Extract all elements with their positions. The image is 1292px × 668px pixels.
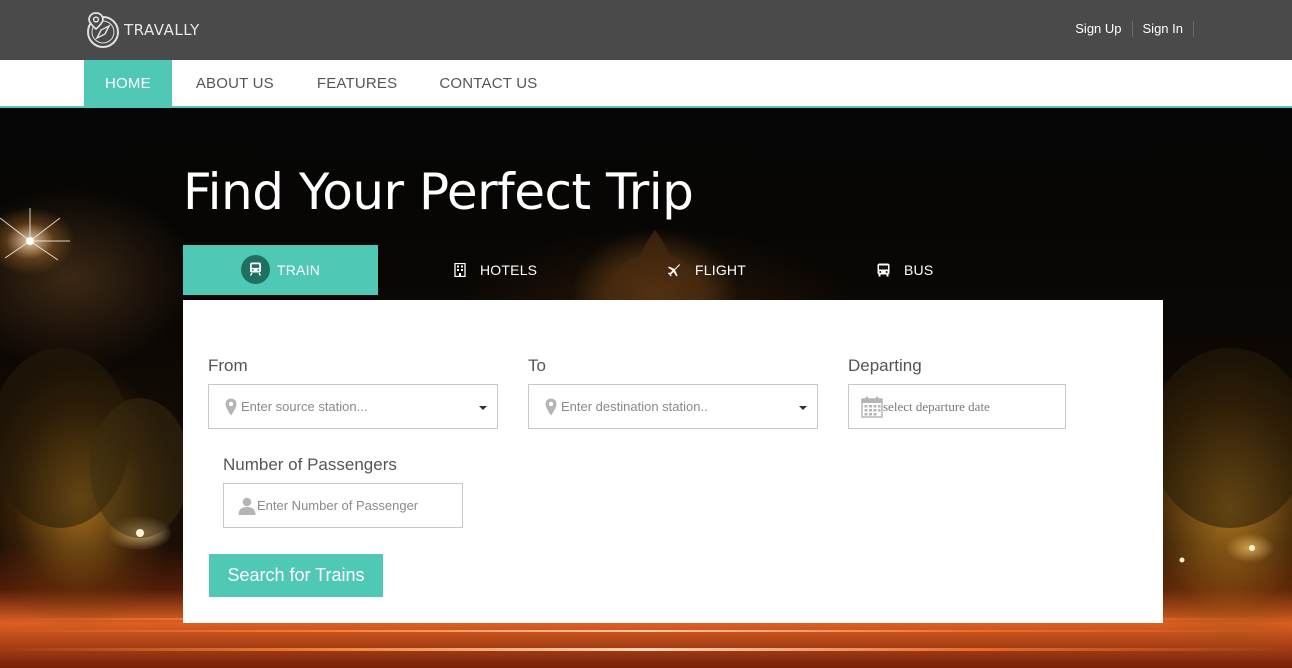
to-label: To	[528, 356, 546, 375]
search-trains-button[interactable]: Search for Trains	[209, 554, 383, 597]
destination-station-input[interactable]	[561, 399, 817, 414]
tab-label: HOTELS	[480, 262, 538, 278]
brand-logo[interactable]: TRAVALLY	[84, 11, 200, 49]
hero-title: Find Your Perfect Trip	[183, 163, 694, 221]
passengers-label: Number of Passengers	[223, 455, 397, 474]
passengers-field[interactable]	[223, 483, 463, 528]
nav-about-us[interactable]: ABOUT US	[172, 60, 296, 106]
nav-features[interactable]: FEATURES	[296, 60, 419, 106]
light-streak	[0, 630, 1292, 632]
sign-up-link[interactable]: Sign Up	[1065, 21, 1133, 37]
user-icon	[238, 497, 256, 515]
tab-flight[interactable]: FLIGHT	[668, 245, 746, 295]
from-label: From	[208, 356, 248, 375]
tab-train[interactable]: TRAIN	[183, 245, 378, 295]
bus-icon	[877, 263, 890, 277]
brand-name: TRAVALLY	[124, 21, 200, 39]
nav-home[interactable]: HOME	[84, 60, 172, 106]
nav-contact-us[interactable]: CONTACT US	[418, 60, 558, 106]
sign-in-link[interactable]: Sign In	[1133, 21, 1194, 37]
tab-hotels[interactable]: HOTELS	[454, 245, 537, 295]
compass-pin-icon	[87, 12, 119, 48]
to-select[interactable]	[528, 384, 818, 429]
train-icon	[241, 254, 270, 284]
building-icon	[454, 263, 466, 277]
departing-label: Departing	[848, 356, 922, 375]
tab-bus[interactable]: BUS	[877, 245, 933, 295]
plane-icon	[668, 263, 681, 277]
tab-label: BUS	[904, 262, 934, 278]
calendar-icon	[861, 396, 883, 418]
main-nav: HOME ABOUT US FEATURES CONTACT US	[84, 60, 558, 106]
chevron-down-icon[interactable]	[799, 406, 807, 410]
passengers-input[interactable]	[257, 498, 462, 513]
departing-date-field[interactable]	[848, 384, 1066, 429]
source-station-input[interactable]	[241, 399, 497, 414]
tab-label: TRAIN	[277, 262, 320, 278]
auth-links: Sign Up Sign In	[1065, 21, 1194, 37]
location-pin-icon	[545, 398, 557, 416]
top-bar: TRAVALLY Sign Up Sign In	[0, 0, 1292, 60]
chevron-down-icon[interactable]	[479, 406, 487, 410]
main-navbar: HOME ABOUT US FEATURES CONTACT US	[0, 60, 1292, 108]
location-pin-icon	[225, 398, 237, 416]
from-select[interactable]	[208, 384, 498, 429]
tab-label: FLIGHT	[695, 262, 746, 278]
departure-date-input[interactable]	[883, 399, 1065, 414]
light-streak	[0, 648, 1292, 651]
